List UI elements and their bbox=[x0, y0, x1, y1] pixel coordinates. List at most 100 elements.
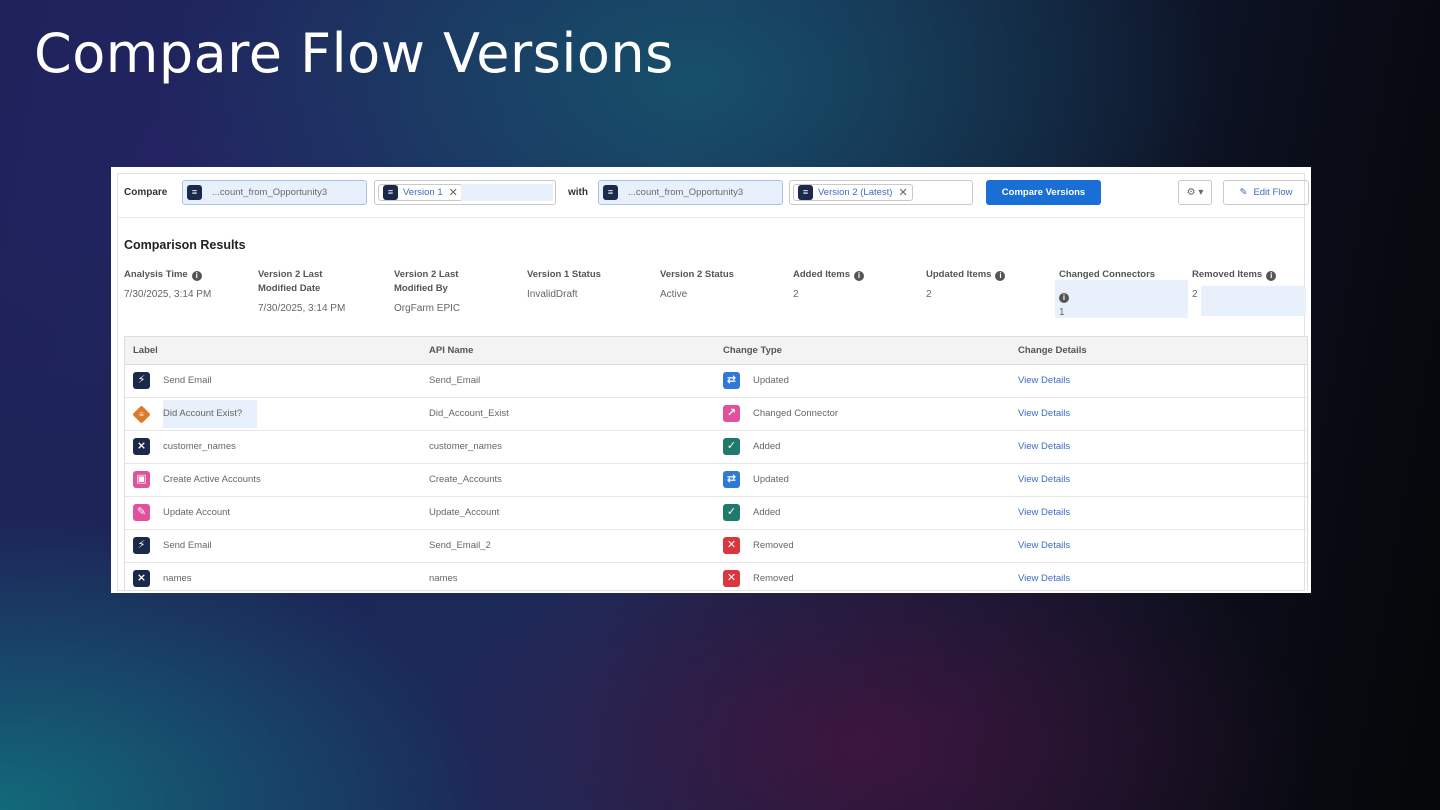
table-header: Label API Name Change Type Change Detail… bbox=[125, 337, 1307, 365]
stat-updated-items: Updated Items i 2 bbox=[926, 268, 1006, 300]
table-row: ⚡ Send Email Send_Email_2 ✕ Removed View… bbox=[125, 530, 1307, 563]
row-label: Did Account Exist? bbox=[163, 408, 243, 419]
stat-changed-connectors: Changed Connectors i 1 bbox=[1059, 268, 1155, 318]
pencil-icon: ✎ bbox=[1239, 187, 1248, 198]
stat-modified-by: Version 2 Last Modified By OrgFarm EPIC bbox=[394, 268, 460, 314]
row-api-name: Did_Account_Exist bbox=[429, 408, 509, 419]
updated-icon: ⇄ bbox=[723, 471, 740, 488]
decision-icon: ≡ bbox=[132, 405, 151, 424]
flow-icon: ≡ bbox=[603, 185, 618, 200]
info-icon[interactable]: i bbox=[191, 271, 202, 281]
info-icon[interactable]: i bbox=[1266, 271, 1277, 281]
row-api-name: customer_names bbox=[429, 441, 502, 452]
stat-version1-status: Version 1 Status InvalidDraft bbox=[527, 268, 601, 300]
compare-toolbar: Compare ≡ ...count_from_Opportunity3 ≡ V… bbox=[118, 174, 1309, 218]
row-label: Create Active Accounts bbox=[163, 474, 261, 485]
assignment-icon: ⨯ bbox=[133, 438, 150, 455]
flow-icon: ≡ bbox=[187, 185, 202, 200]
stat-label: Analysis Time bbox=[124, 269, 188, 280]
version-b-value: Version 2 (Latest) bbox=[818, 187, 893, 198]
row-label: Send Email bbox=[163, 375, 212, 386]
version-a-input-area[interactable] bbox=[461, 184, 553, 201]
create-records-icon: ▣ bbox=[133, 471, 150, 488]
updated-icon: ⇄ bbox=[723, 372, 740, 389]
stat-added-items: Added Items i 2 bbox=[793, 268, 865, 300]
added-icon: ✓ bbox=[723, 504, 740, 521]
removed-icon: ✕ bbox=[723, 570, 740, 587]
stat-value: 7/30/2025, 3:14 PM bbox=[124, 289, 212, 300]
version-a-pill[interactable]: ≡ Version 1 ✕ bbox=[378, 184, 463, 201]
table-row: ⨯ names names ✕ Removed View Details bbox=[125, 563, 1307, 591]
view-details-link[interactable]: View Details bbox=[1018, 507, 1070, 518]
flow-b-value: ...count_from_Opportunity3 bbox=[628, 187, 744, 198]
edit-flow-label: Edit Flow bbox=[1253, 187, 1293, 198]
row-api-name: Send_Email bbox=[429, 375, 481, 386]
row-change-type: Updated bbox=[753, 474, 789, 485]
table-row: ≡ Did Account Exist? Did_Account_Exist ↗… bbox=[125, 398, 1307, 431]
view-details-link[interactable]: View Details bbox=[1018, 474, 1070, 485]
update-records-icon: ✎ bbox=[133, 504, 150, 521]
version-a-picker[interactable]: ≡ Version 1 ✕ bbox=[374, 180, 556, 205]
row-change-type: Updated bbox=[753, 375, 789, 386]
row-api-name: Update_Account bbox=[429, 507, 500, 518]
flow-b-combobox[interactable]: ≡ ...count_from_Opportunity3 bbox=[598, 180, 783, 205]
stat-label: Removed Items bbox=[1192, 269, 1263, 280]
compare-label: Compare bbox=[124, 187, 168, 198]
stat-value: 2 bbox=[926, 289, 932, 300]
stat-value: 2 bbox=[1192, 289, 1198, 300]
stat-value: 2 bbox=[793, 289, 799, 300]
stat-removed-items: Removed Items i 2 bbox=[1192, 268, 1277, 300]
row-api-name: names bbox=[429, 573, 458, 584]
row-api-name: Send_Email_2 bbox=[429, 540, 491, 551]
remove-version-b-icon[interactable]: ✕ bbox=[898, 186, 907, 199]
info-icon[interactable]: i bbox=[995, 271, 1006, 281]
row-api-name: Create_Accounts bbox=[429, 474, 502, 485]
assignment-icon: ⨯ bbox=[133, 570, 150, 587]
column-header-change-details[interactable]: Change Details bbox=[1018, 345, 1087, 356]
flow-compare-panel: Compare ≡ ...count_from_Opportunity3 ≡ V… bbox=[117, 173, 1309, 591]
view-details-link[interactable]: View Details bbox=[1018, 375, 1070, 386]
table-row: ▣ Create Active Accounts Create_Accounts… bbox=[125, 464, 1307, 497]
removed-icon: ✕ bbox=[723, 537, 740, 554]
column-header-change-type[interactable]: Change Type bbox=[723, 345, 782, 356]
row-change-type: Added bbox=[753, 507, 781, 518]
stat-value: OrgFarm EPIC bbox=[394, 303, 461, 314]
comparison-results-title: Comparison Results bbox=[124, 238, 246, 252]
view-details-link[interactable]: View Details bbox=[1018, 408, 1070, 419]
edit-flow-button[interactable]: ✎ Edit Flow bbox=[1223, 180, 1309, 205]
stat-value: Active bbox=[660, 289, 688, 300]
flow-a-combobox[interactable]: ≡ ...count_from_Opportunity3 bbox=[182, 180, 367, 205]
stat-value: 7/30/2025, 3:14 PM bbox=[258, 303, 346, 314]
flow-icon: ≡ bbox=[798, 185, 813, 200]
column-header-api-name[interactable]: API Name bbox=[429, 345, 473, 356]
comparison-table: Label API Name Change Type Change Detail… bbox=[124, 336, 1308, 591]
settings-menu-button[interactable]: ⚙ ▾ bbox=[1178, 180, 1212, 205]
compare-versions-button[interactable]: Compare Versions bbox=[986, 180, 1101, 205]
version-b-picker[interactable]: ≡ Version 2 (Latest) ✕ bbox=[789, 180, 973, 205]
stat-label: Version 2 Status bbox=[660, 269, 734, 280]
view-details-link[interactable]: View Details bbox=[1018, 441, 1070, 452]
action-icon: ⚡ bbox=[133, 372, 150, 389]
view-details-link[interactable]: View Details bbox=[1018, 540, 1070, 551]
flow-icon: ≡ bbox=[383, 185, 398, 200]
info-icon[interactable]: i bbox=[1059, 293, 1069, 303]
row-label: names bbox=[163, 573, 192, 584]
info-icon[interactable]: i bbox=[854, 271, 865, 281]
table-row: ✎ Update Account Update_Account ✓ Added … bbox=[125, 497, 1307, 530]
row-label: Update Account bbox=[163, 507, 231, 518]
stat-label: Version 2 Last bbox=[394, 269, 459, 280]
screenshot-frame: Compare ≡ ...count_from_Opportunity3 ≡ V… bbox=[111, 167, 1311, 593]
stat-label: Added Items bbox=[793, 269, 851, 280]
row-change-type: Changed Connector bbox=[753, 408, 839, 419]
row-change-type: Added bbox=[753, 441, 781, 452]
remove-version-a-icon[interactable]: ✕ bbox=[449, 186, 458, 199]
table-row: ⚡ Send Email Send_Email ⇄ Updated View D… bbox=[125, 365, 1307, 398]
row-label: customer_names bbox=[163, 441, 236, 452]
view-details-link[interactable]: View Details bbox=[1018, 573, 1070, 584]
version-b-pill[interactable]: ≡ Version 2 (Latest) ✕ bbox=[793, 184, 913, 201]
action-icon: ⚡ bbox=[133, 537, 150, 554]
version-a-value: Version 1 bbox=[403, 187, 443, 198]
stat-analysis-time: Analysis Time i 7/30/2025, 3:14 PM bbox=[124, 268, 211, 300]
stat-label: Changed Connectors bbox=[1059, 269, 1156, 280]
column-header-label[interactable]: Label bbox=[133, 345, 158, 356]
